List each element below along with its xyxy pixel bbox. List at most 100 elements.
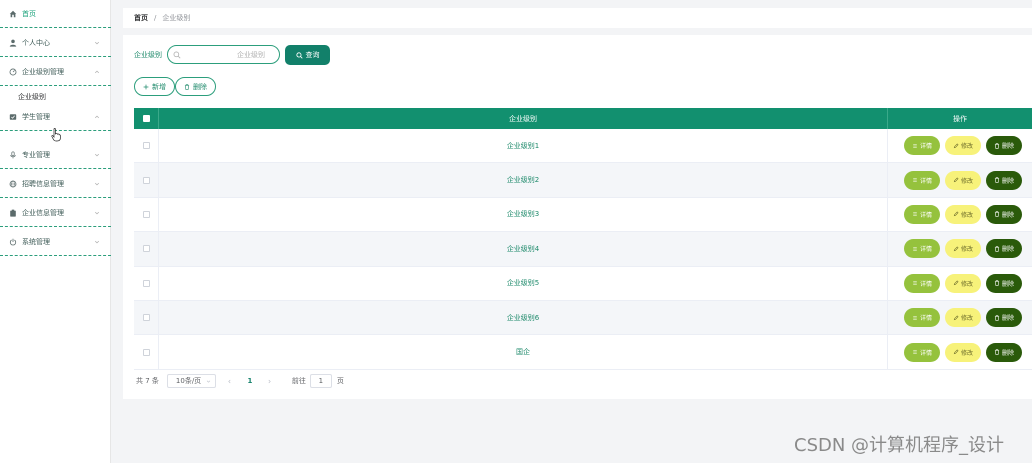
level-name-cell: 企业级别5 (159, 266, 888, 300)
row-actions: 详情 修改 删除 (888, 301, 1032, 334)
edit-button[interactable]: 修改 (945, 308, 981, 328)
page-number-current[interactable]: 1 (244, 377, 256, 385)
select-all-checkbox[interactable] (142, 115, 150, 122)
sidebar-item-personal-center[interactable]: 个人中心 (0, 29, 111, 57)
delete-button[interactable]: 删除 (986, 273, 1022, 293)
detail-button[interactable]: 详情 (904, 308, 940, 328)
delete-button-label: 删除 (1001, 246, 1014, 254)
delete-button[interactable]: 删除 (986, 308, 1022, 328)
sidebar-item-label: 系统管理 (22, 237, 50, 246)
row-actions: 详情 修改 删除 (888, 232, 1032, 265)
sidebar-item-level-management[interactable]: 企业级别管理 (0, 58, 111, 86)
detail-button[interactable]: 详情 (904, 170, 940, 190)
plus-icon (143, 84, 149, 89)
sidebar-item-recruitment-management[interactable]: 招聘信息管理 (0, 170, 111, 198)
sidebar-item-label: 企业级别管理 (22, 67, 64, 76)
search-icon (173, 51, 181, 59)
chevron-left-icon (228, 379, 231, 383)
column-header-name[interactable]: 企业级别 (159, 108, 888, 129)
chevron-down-icon (94, 182, 100, 185)
row-select-cell (134, 266, 159, 300)
detail-button[interactable]: 详情 (904, 342, 940, 362)
sidebar: 首页 个人中心 企业级别管理 企业级别 学生管理 专业管理 招聘信息管理 企业信… (0, 0, 111, 463)
pencil-icon (953, 315, 959, 320)
row-select-cell (134, 129, 159, 163)
detail-button-label: 详情 (919, 177, 932, 185)
query-button[interactable]: 查询 (285, 45, 330, 65)
delete-button-label: 删除 (1001, 280, 1014, 288)
table-row: 企业级别5 详情 修改 删除 (134, 266, 1032, 301)
page-size-value: 10条/页 (175, 377, 202, 385)
delete-button[interactable]: 删除 (986, 204, 1022, 224)
detail-button[interactable]: 详情 (904, 204, 940, 224)
edit-button-label: 修改 (960, 280, 973, 288)
sidebar-item-label: 个人中心 (22, 38, 50, 47)
goto-label: 前往 (291, 377, 306, 385)
next-page-button[interactable] (264, 379, 276, 384)
sidebar-item-system-management[interactable]: 系统管理 (0, 228, 111, 256)
edit-button[interactable]: 修改 (945, 204, 981, 224)
chevron-down-icon (94, 240, 100, 243)
goto-page-input[interactable]: 1 (309, 374, 332, 388)
prev-page-button[interactable] (224, 379, 236, 384)
breadcrumb-home[interactable]: 首页 (134, 13, 148, 23)
sidebar-item-home[interactable]: 首页 (0, 0, 111, 28)
edit-button[interactable]: 修改 (945, 136, 981, 156)
sidebar-item-label: 学生管理 (22, 112, 50, 121)
delete-button-label: 删除 (1001, 143, 1014, 151)
row-checkbox[interactable] (142, 348, 150, 356)
search-input[interactable] (167, 45, 280, 64)
level-name-cell: 企业级别4 (159, 232, 888, 266)
checklist-icon (8, 112, 17, 121)
add-button[interactable]: 新增 (134, 77, 175, 96)
delete-button[interactable]: 删除 (986, 170, 1022, 190)
edit-button-label: 修改 (960, 143, 973, 151)
gauge-icon (8, 67, 17, 76)
batch-delete-button[interactable]: 删除 (175, 77, 216, 96)
table-row: 企业级别3 详情 修改 删除 (134, 197, 1032, 233)
sidebar-item-major-management[interactable]: 专业管理 (0, 141, 111, 169)
table-row: 企业级别6 详情 修改 删除 (134, 300, 1032, 336)
row-select-cell (134, 300, 159, 335)
pagination: 共 7 条 10条/页 1 前往 1 页 (136, 373, 344, 389)
delete-button-label: 删除 (1001, 349, 1014, 357)
chevron-right-icon (268, 379, 272, 383)
edit-button[interactable]: 修改 (945, 273, 981, 293)
edit-button-label: 修改 (960, 211, 973, 219)
row-checkbox[interactable] (142, 279, 150, 287)
add-button-label: 新增 (152, 82, 166, 91)
edit-button[interactable]: 修改 (945, 170, 981, 190)
trash-icon (184, 83, 190, 90)
level-name-cell: 企业级别6 (159, 300, 888, 335)
delete-button[interactable]: 删除 (986, 342, 1022, 362)
edit-button[interactable]: 修改 (945, 239, 981, 259)
detail-button[interactable]: 详情 (904, 136, 940, 156)
detail-button-label: 详情 (919, 211, 932, 219)
edit-button-label: 修改 (960, 349, 973, 357)
data-table: 企业级别 操作 企业级别1 详情 修改 删除 企业级别2 详情 修改 删除 企业级别3 详情 修改删… (134, 108, 1032, 370)
list-icon (913, 281, 917, 286)
page-size-select[interactable]: 10条/页 (166, 374, 216, 388)
chevron-down-icon (94, 153, 100, 156)
row-checkbox[interactable] (142, 314, 150, 322)
breadcrumb: 首页 / 企业级别 (123, 8, 1032, 28)
row-checkbox[interactable] (142, 142, 150, 150)
table-row: 企业级别4 详情 修改 删除 (134, 232, 1032, 267)
sidebar-item-student-management[interactable]: 学生管理 (0, 103, 111, 131)
row-checkbox[interactable] (142, 245, 150, 253)
sidebar-item-enterprise-info-management[interactable]: 企业信息管理 (0, 199, 111, 227)
delete-button[interactable]: 删除 (986, 136, 1022, 156)
breadcrumb-current: 企业级别 (162, 14, 191, 22)
row-checkbox[interactable] (142, 210, 150, 218)
level-name-cell: 国企 (159, 335, 888, 369)
edit-button-label: 修改 (960, 315, 973, 323)
list-icon (913, 247, 917, 251)
chevron-up-icon (94, 70, 100, 73)
detail-button[interactable]: 详情 (904, 273, 940, 293)
home-icon (8, 9, 17, 18)
detail-button[interactable]: 详情 (904, 239, 940, 259)
delete-button[interactable]: 删除 (986, 239, 1022, 259)
row-checkbox[interactable] (142, 176, 150, 184)
row-select-cell (134, 163, 159, 197)
edit-button[interactable]: 修改 (945, 342, 981, 362)
